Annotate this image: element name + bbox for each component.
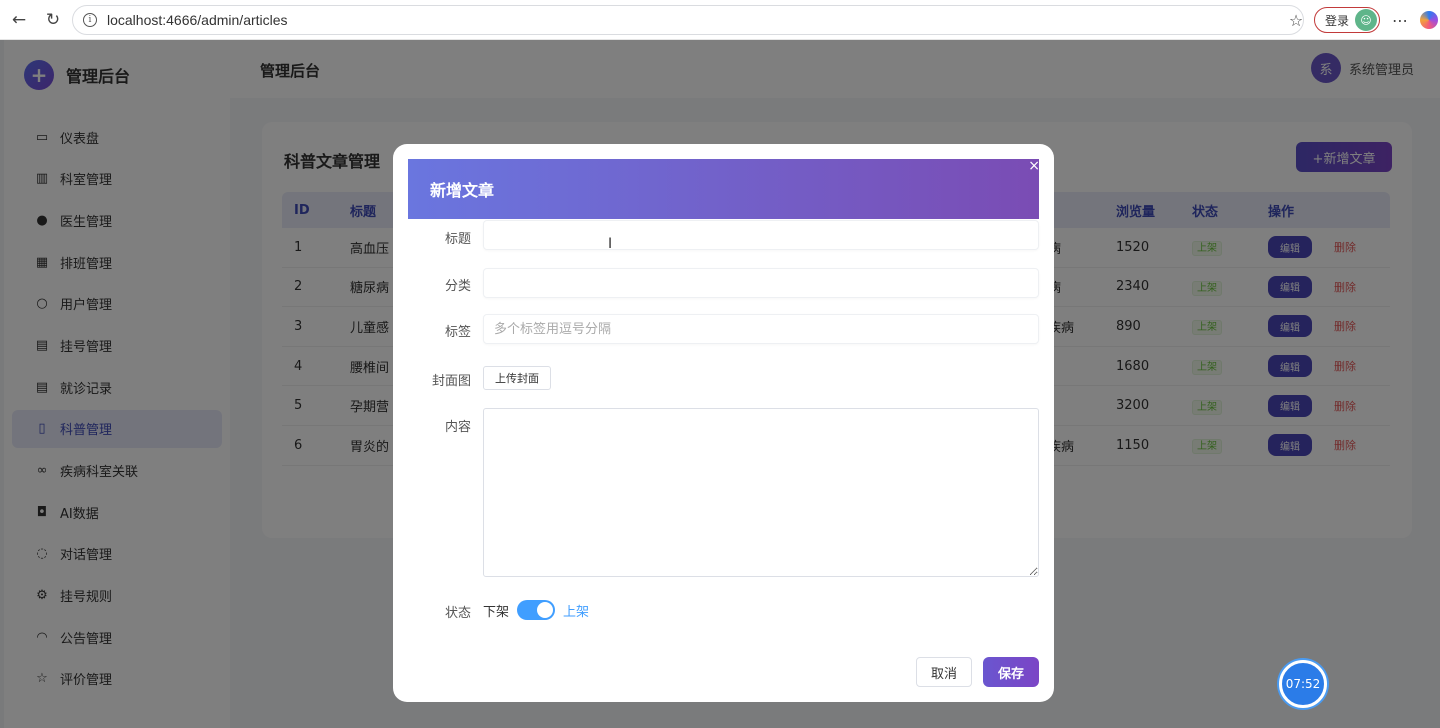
status-on-label[interactable]: 上架 bbox=[563, 601, 589, 620]
content-label: 内容 bbox=[444, 420, 471, 435]
toggle-knob bbox=[537, 602, 554, 618]
cover-label: 封面图 bbox=[431, 374, 471, 389]
status-toggle[interactable] bbox=[517, 600, 556, 620]
browser-actions: ☆ 登录 ☺ ⋯ bbox=[1286, 7, 1439, 33]
dialog-title: 新增文章 bbox=[430, 181, 495, 200]
text-cursor-icon: I bbox=[608, 236, 613, 252]
info-icon[interactable]: i bbox=[83, 13, 97, 27]
more-icon[interactable]: ⋯ bbox=[1388, 11, 1412, 30]
upload-cover-button[interactable]: 上传封面 bbox=[483, 366, 551, 390]
address-bar[interactable]: i localhost:4666/admin/articles bbox=[72, 5, 1304, 35]
timer-badge[interactable]: 07:52 bbox=[1279, 660, 1327, 708]
profile-avatar-icon: ☺ bbox=[1355, 9, 1378, 31]
dialog-header: 新增文章 bbox=[408, 159, 1039, 219]
category-input[interactable] bbox=[483, 268, 1039, 298]
browser-toolbar: ← ↻ i localhost:4666/admin/articles ☆ 登录… bbox=[0, 0, 1440, 40]
category-label: 分类 bbox=[444, 279, 471, 294]
favorites-icon[interactable]: ☆ bbox=[1286, 11, 1306, 30]
title-label: 标题 bbox=[444, 232, 471, 247]
status-switch-group: 下架 上架 bbox=[483, 600, 589, 620]
cancel-button[interactable]: 取消 bbox=[916, 657, 972, 687]
reload-icon[interactable]: ↻ bbox=[40, 7, 66, 33]
url-text: localhost:4666/admin/articles bbox=[107, 12, 288, 28]
login-label: 登录 bbox=[1325, 13, 1350, 28]
back-icon[interactable]: ← bbox=[6, 7, 32, 33]
login-button[interactable]: 登录 ☺ bbox=[1314, 7, 1381, 33]
tags-input[interactable] bbox=[483, 314, 1039, 344]
status-off-label[interactable]: 下架 bbox=[483, 601, 509, 620]
title-input[interactable] bbox=[483, 220, 1039, 250]
content-textarea[interactable] bbox=[483, 408, 1039, 577]
save-button[interactable]: 保存 bbox=[983, 657, 1039, 687]
add-article-dialog: 新增文章 × 标题 I 分类 标签 封面图 上传封面 内容 状态 下架 上架 取… bbox=[393, 144, 1054, 702]
copilot-icon[interactable] bbox=[1420, 11, 1439, 29]
tags-label: 标签 bbox=[444, 325, 471, 340]
close-icon[interactable]: × bbox=[1028, 158, 1040, 174]
status-label: 状态 bbox=[444, 606, 471, 621]
